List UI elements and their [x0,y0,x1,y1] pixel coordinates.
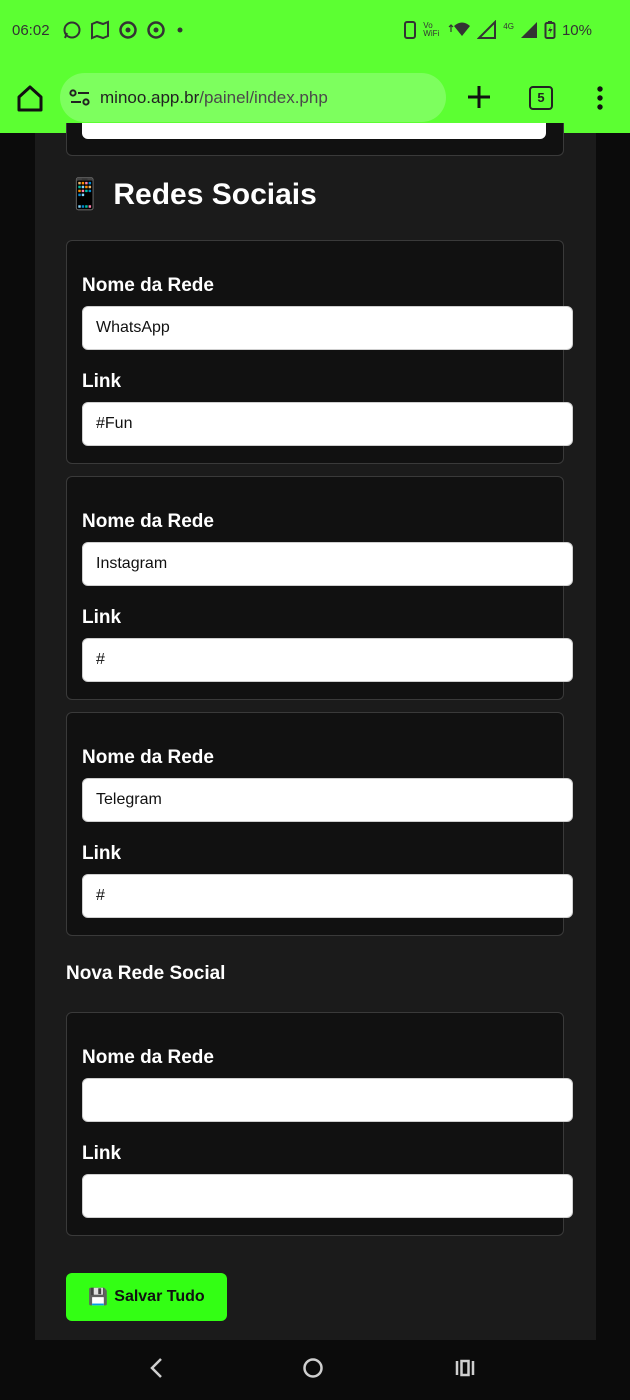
signal-icon [477,20,497,39]
section-title-text: Redes Sociais [113,177,317,211]
network-link-label: Link [82,1143,122,1164]
save-all-label: Salvar Tudo [114,1288,205,1305]
network-link-label: Link [82,843,122,864]
chrome-icon-2 [147,21,165,39]
new-network-title: Nova Rede Social [66,963,226,984]
url-path: /painel/index.php [199,88,328,107]
section-title: 📱 Redes Sociais [66,177,317,212]
save-all-button[interactable]: 💾 Salvar Tudo [66,1273,227,1321]
panel-page: 📱 Redes Sociais Nome da Rede Link Nome d… [35,123,596,1340]
signal-icon-2 [520,22,537,38]
phone-vibrate-icon [404,21,417,39]
floppy-disk-icon: 💾 [88,1289,109,1306]
previous-card [66,123,564,156]
status-time: 06:02 [12,22,50,39]
previous-input[interactable] [82,123,546,139]
recent-apps-icon[interactable] [454,1357,476,1379]
battery-charging-icon [544,21,556,39]
address-bar[interactable]: minoo.app.br/painel/index.php [60,73,446,122]
social-network-card: Nome da Rede Link [66,240,573,464]
battery-percent: 10% [561,21,592,39]
new-network-card: Nome da Rede Link [66,1012,573,1236]
notification-icons [62,20,186,40]
url-text[interactable]: minoo.app.br/painel/index.php [100,88,328,108]
home-circle-icon[interactable] [302,1357,324,1379]
mobile-phone-icon: 📱 [66,178,104,211]
whatsapp-icon [63,21,81,39]
network-name-input[interactable] [82,778,573,822]
chrome-icon [119,21,137,39]
social-network-card: Nome da Rede Link [66,712,573,936]
network-name-label: Nome da Rede [82,1047,214,1068]
wifi-icon [448,22,471,36]
more-menu-icon[interactable] [596,86,604,110]
more-notifications-dot-icon [177,27,183,33]
tab-switcher-button[interactable]: 5 [529,86,553,110]
network-name-label: Nome da Rede [82,511,214,532]
system-icons: Vo WiFi 4G 10% [403,20,592,40]
network-name-label: Nome da Rede [82,275,214,296]
volte-wifi-label: Vo WiFi [423,21,440,38]
network-link-input[interactable] [82,402,573,446]
network-link-input[interactable] [82,874,573,918]
home-icon[interactable] [14,82,46,114]
maps-icon [91,20,109,40]
url-host: minoo.app.br [100,88,200,107]
network-link-input[interactable] [82,638,573,682]
network-link-label: Link [82,371,122,392]
back-icon[interactable] [148,1357,166,1379]
network-name-input[interactable] [82,542,573,586]
status-bar: 06:02 Vo WiFi 4G 10% [0,0,630,64]
network-name-label: Nome da Rede [82,747,214,768]
new-network-link-input[interactable] [82,1174,573,1218]
network-4g-label: 4G [503,22,514,31]
social-network-card: Nome da Rede Link [66,476,573,700]
new-tab-icon[interactable] [466,84,492,110]
network-name-input[interactable] [82,306,573,350]
system-navigation-bar [0,1340,630,1400]
network-link-label: Link [82,607,122,628]
new-network-name-input[interactable] [82,1078,573,1122]
site-settings-icon[interactable] [69,87,91,109]
